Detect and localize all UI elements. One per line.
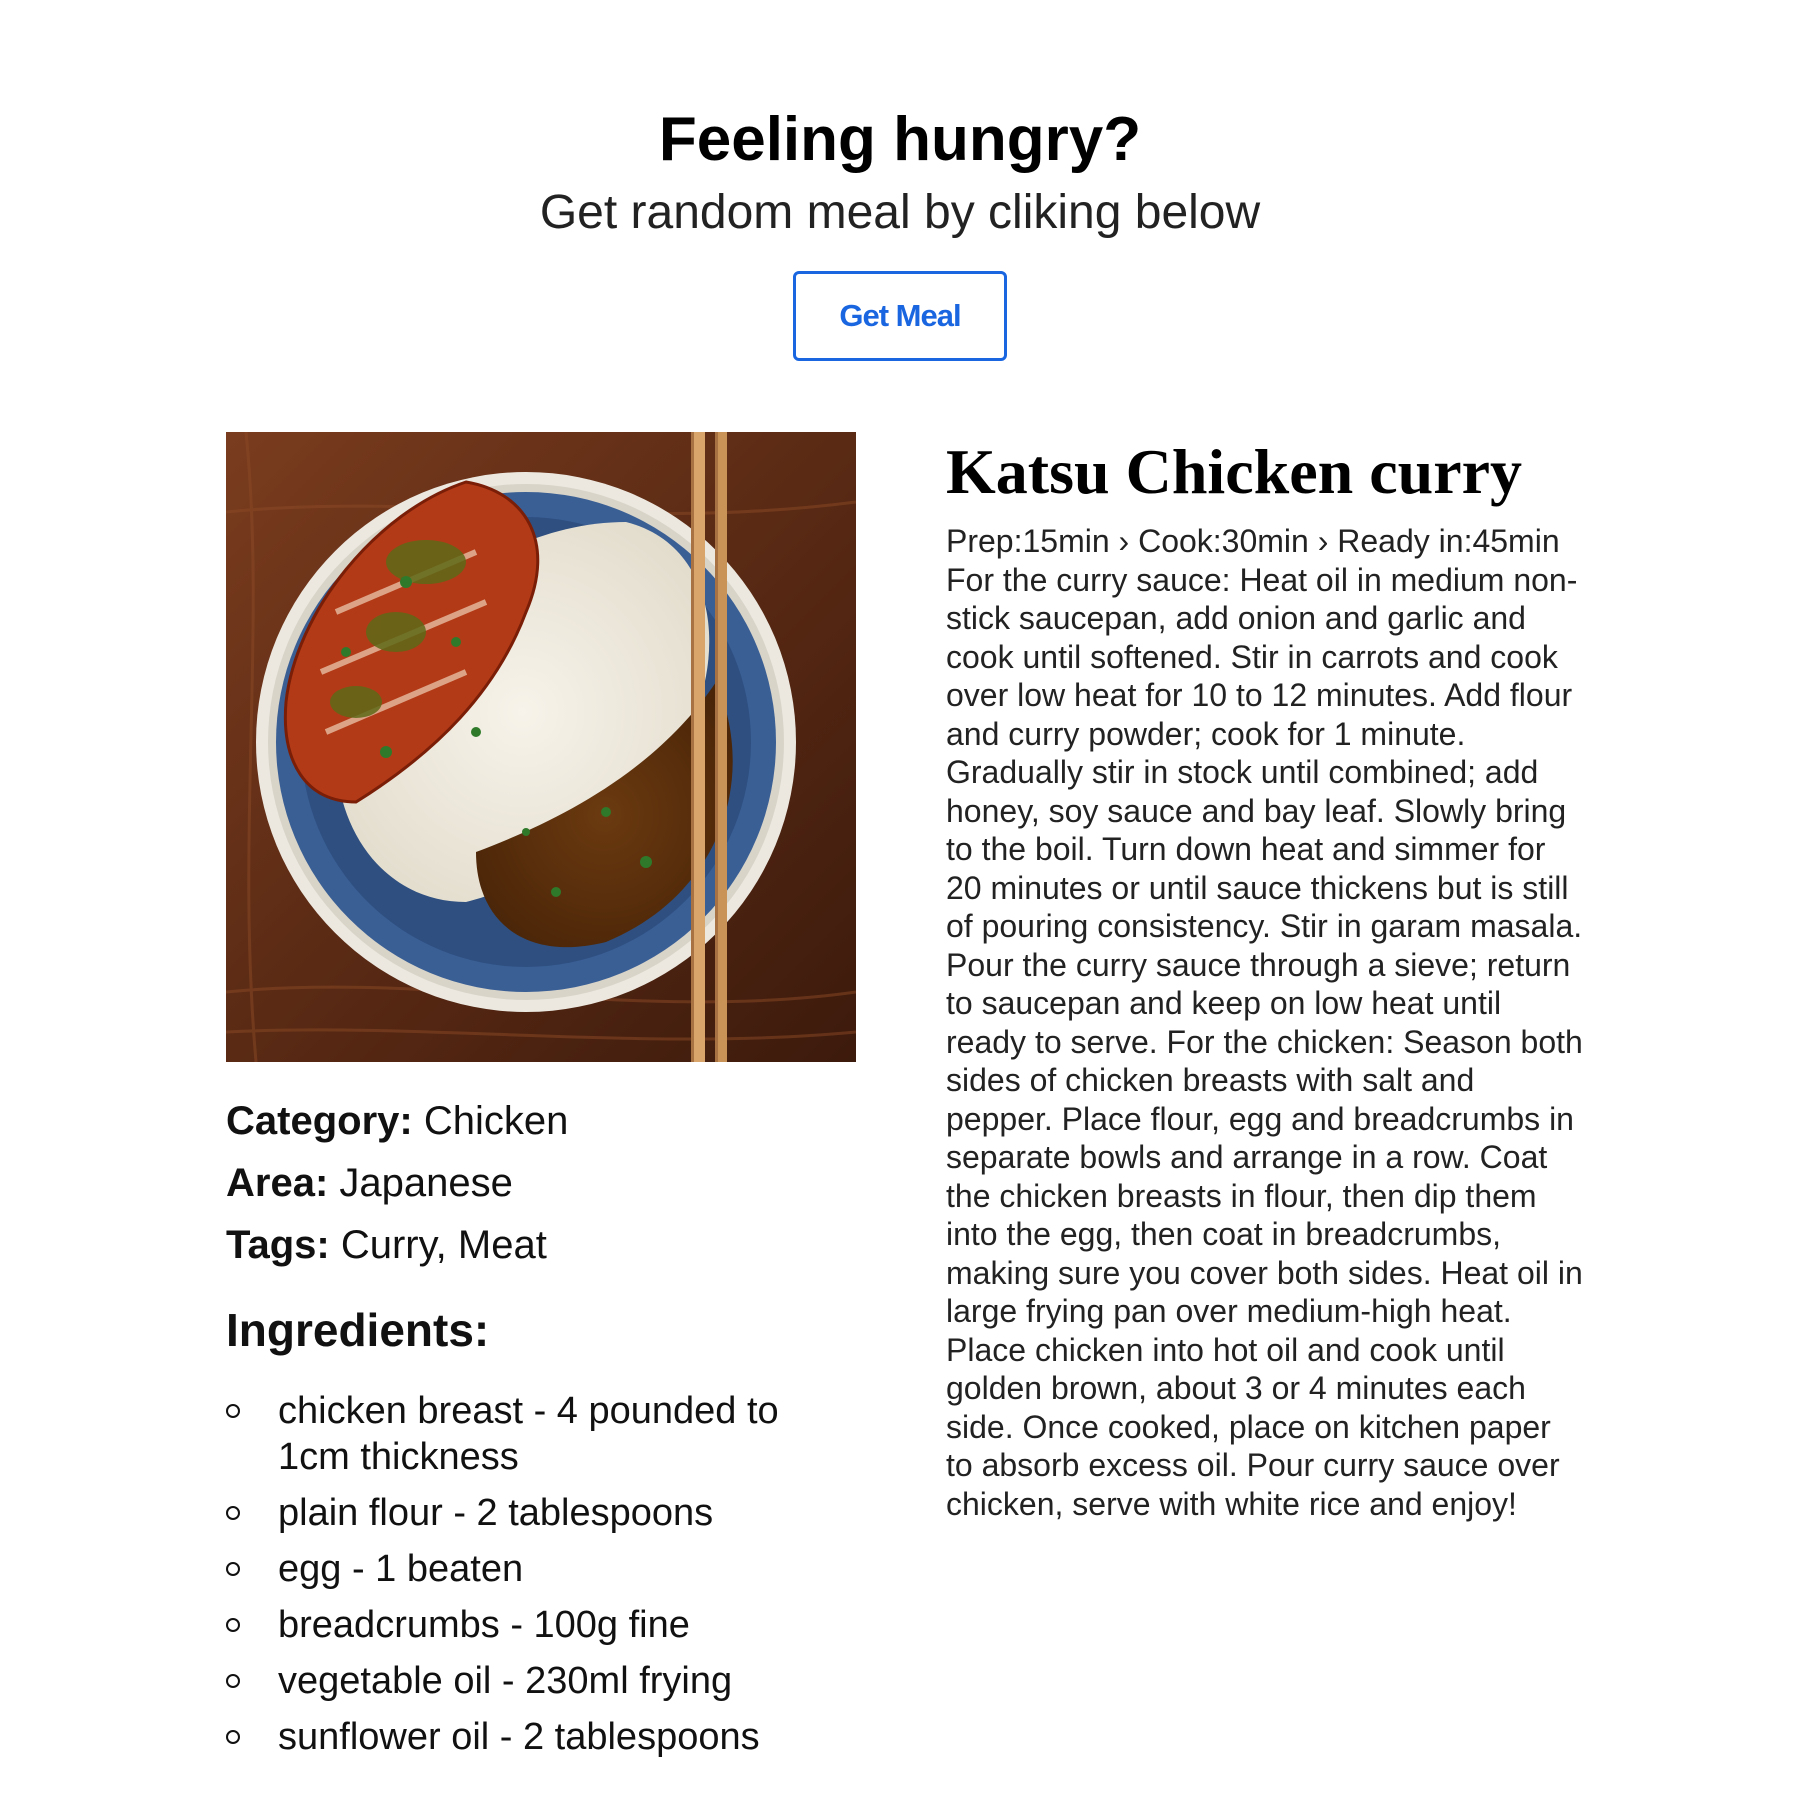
page: Feeling hungry? Get random meal by cliki… — [0, 0, 1800, 1800]
tags-row: Tags: Curry, Meat — [226, 1214, 856, 1276]
bullet-icon — [226, 1674, 240, 1688]
tags-label: Tags: — [226, 1223, 330, 1267]
category-value: Chicken — [423, 1099, 569, 1143]
meal-details-column: Category: Chicken Area: Japanese Tags: C… — [226, 432, 856, 1770]
page-title: Feeling hungry? — [658, 105, 1142, 174]
bullet-icon — [226, 1562, 240, 1576]
meal-timing: Prep:15min › Cook:30min › Ready in:45min — [946, 523, 1560, 559]
meal-instructions: For the curry sauce: Heat oil in medium … — [946, 561, 1583, 1522]
ingredients-title: Ingredients: — [226, 1304, 490, 1356]
list-item: egg - 1 beaten — [226, 1546, 856, 1592]
category-row: Category: Chicken — [226, 1090, 856, 1152]
area-label: Area: — [226, 1161, 329, 1205]
area-row: Area: Japanese — [226, 1152, 856, 1214]
hero-section: Feeling hungry? Get random meal by cliki… — [0, 0, 1800, 361]
ingredient-text: vegetable oil - 230ml frying — [278, 1660, 733, 1702]
list-item: breadcrumbs - 100g fine — [226, 1602, 856, 1648]
ingredients-list: chicken breast - 4 pounded to 1cm thickn… — [226, 1388, 856, 1760]
bullet-icon — [226, 1618, 240, 1632]
bullet-icon — [226, 1730, 240, 1744]
get-meal-button[interactable]: Get Meal — [793, 271, 1007, 361]
area-value: Japanese — [339, 1161, 513, 1205]
meal-title: Katsu Chicken curry — [946, 436, 1522, 507]
list-item: chicken breast - 4 pounded to 1cm thickn… — [226, 1388, 856, 1480]
ingredient-text: plain flour - 2 tablespoons — [278, 1492, 714, 1534]
meal-meta: Category: Chicken Area: Japanese Tags: C… — [226, 1090, 856, 1276]
ingredient-text: chicken breast - 4 pounded to 1cm thickn… — [278, 1390, 779, 1478]
category-label: Category: — [226, 1099, 413, 1143]
list-item: sunflower oil - 2 tablespoons — [226, 1714, 856, 1760]
ingredient-text: breadcrumbs - 100g fine — [278, 1604, 690, 1646]
recipe-column: Katsu Chicken curry Prep:15min › Cook:30… — [946, 432, 1586, 1523]
bullet-icon — [226, 1506, 240, 1520]
ingredient-text: sunflower oil - 2 tablespoons — [278, 1716, 760, 1758]
list-item: vegetable oil - 230ml frying — [226, 1658, 856, 1704]
list-item: plain flour - 2 tablespoons — [226, 1490, 856, 1536]
tags-value: Curry, Meat — [340, 1223, 547, 1267]
ingredient-text: egg - 1 beaten — [278, 1548, 524, 1590]
page-subtitle: Get random meal by cliking below — [539, 186, 1261, 239]
bullet-icon — [226, 1404, 240, 1418]
meal-photo — [226, 432, 856, 1062]
